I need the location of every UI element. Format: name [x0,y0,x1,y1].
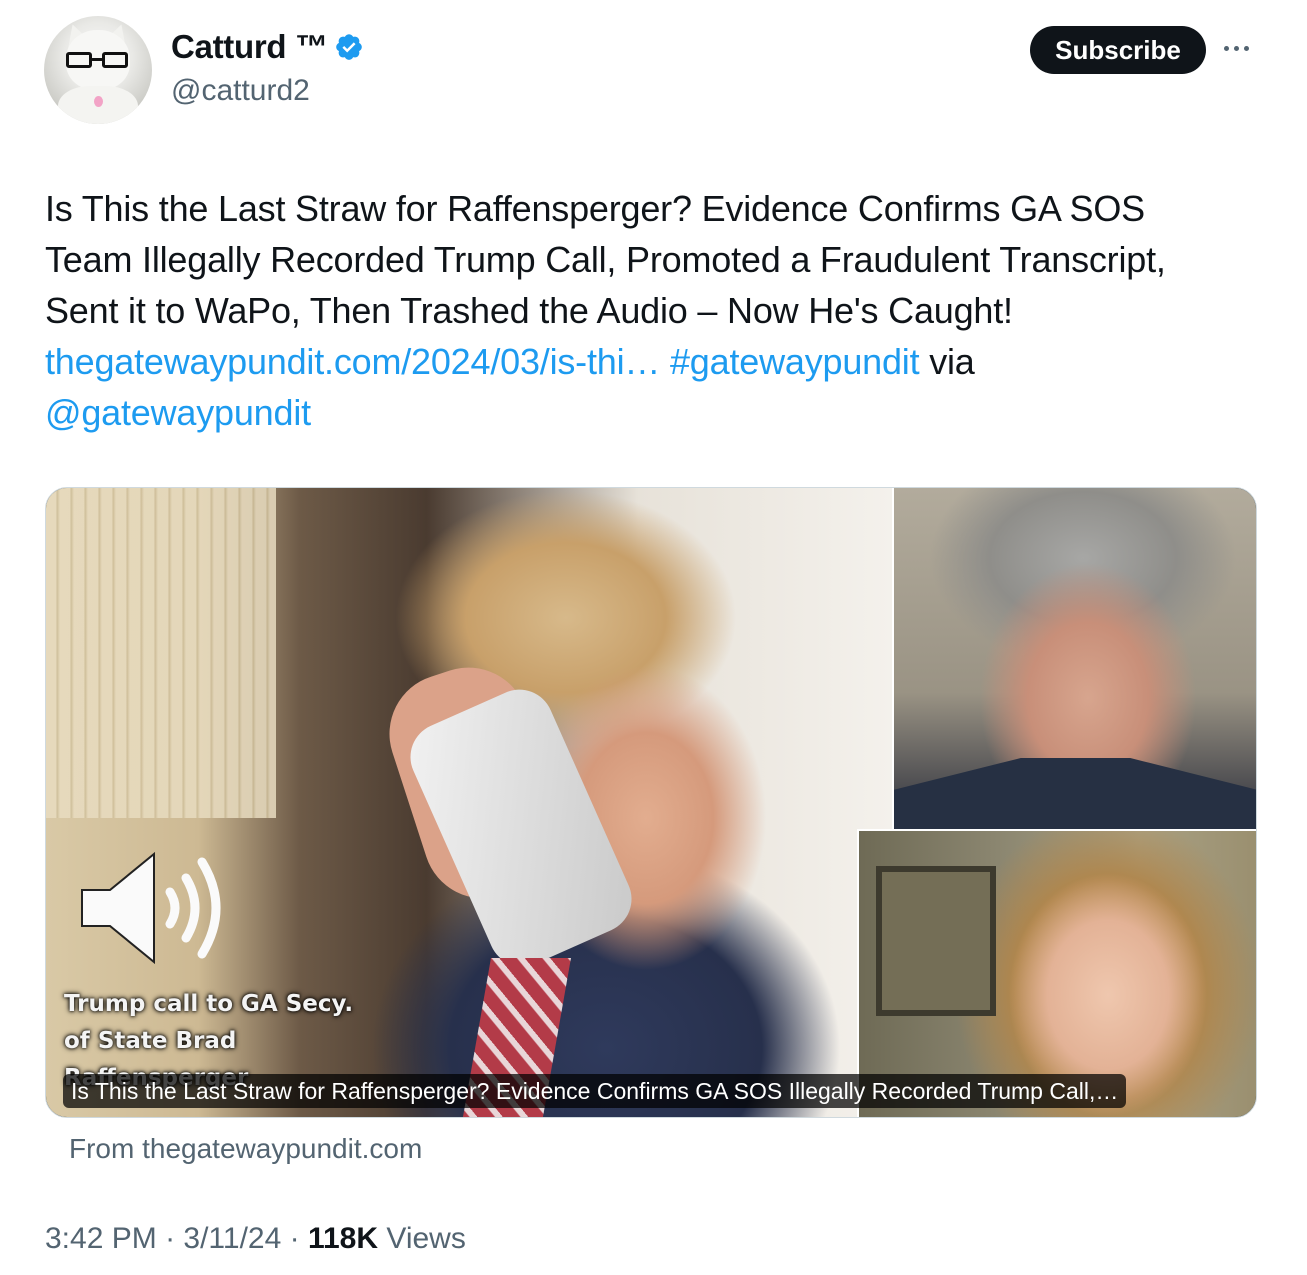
tweet-time[interactable]: 3:42 PM [45,1222,157,1255]
avatar-collar-tag [94,96,103,107]
avatar-glasses [66,52,130,68]
tweet-text-line-5: @gatewaypundit [45,387,1265,438]
tweet-text-line-3: Sent it to WaPo, Then Trashed the Audio … [45,290,1013,331]
tweet-text: Is This the Last Straw for Raffensperger… [45,183,1265,438]
card-title: Is This the Last Straw for Raffensperger… [63,1074,1127,1108]
verified-badge-icon [335,34,362,60]
author-name-row[interactable]: Catturd ™ [171,28,364,66]
suit-shape [893,758,1256,838]
image-divider [892,488,894,829]
tweet-text-line-4: thegatewaypundit.com/2024/03/is-thi… #ga… [45,336,1265,387]
avatar[interactable] [44,16,152,124]
card-image-main: Trump call to GA Secy. of State Brad Raf… [46,488,892,1117]
author-display-name[interactable]: Catturd ™ [171,28,328,66]
subscribe-button[interactable]: Subscribe [1030,26,1206,74]
views-label: Views [378,1222,466,1255]
hashtag-link[interactable]: #gatewaypundit [670,341,920,382]
card-source[interactable]: From thegatewaypundit.com [69,1133,422,1165]
tweet-meta: 3:42 PM · 3/11/24 · 118K Views [45,1222,466,1256]
meta-separator: · [281,1222,308,1255]
card-image-top-right [893,488,1256,838]
window-blinds [46,488,276,818]
author-handle[interactable]: @catturd2 [171,74,310,108]
image-divider [858,829,1256,831]
more-dots-icon[interactable] [1224,36,1254,60]
article-link[interactable]: thegatewaypundit.com/2024/03/is-thi… [45,341,660,382]
mention-link[interactable]: @gatewaypundit [45,392,311,433]
meta-separator: · [156,1222,184,1255]
tweet-text-line-1: Is This the Last Straw for Raffensperger… [45,188,1145,229]
tweet-text-line-2: Team Illegally Recorded Trump Call, Prom… [45,239,1166,280]
via-text: via [919,341,975,382]
picture-frame-shape [876,866,996,1016]
tweet: Catturd ™ @catturd2 Subscribe Is This th… [0,0,1307,1275]
link-preview-card[interactable]: Trump call to GA Secy. of State Brad Raf… [45,487,1257,1118]
views-count: 118K [307,1222,379,1255]
speaker-icon [81,851,221,965]
tweet-date[interactable]: 3/11/24 [183,1222,281,1255]
